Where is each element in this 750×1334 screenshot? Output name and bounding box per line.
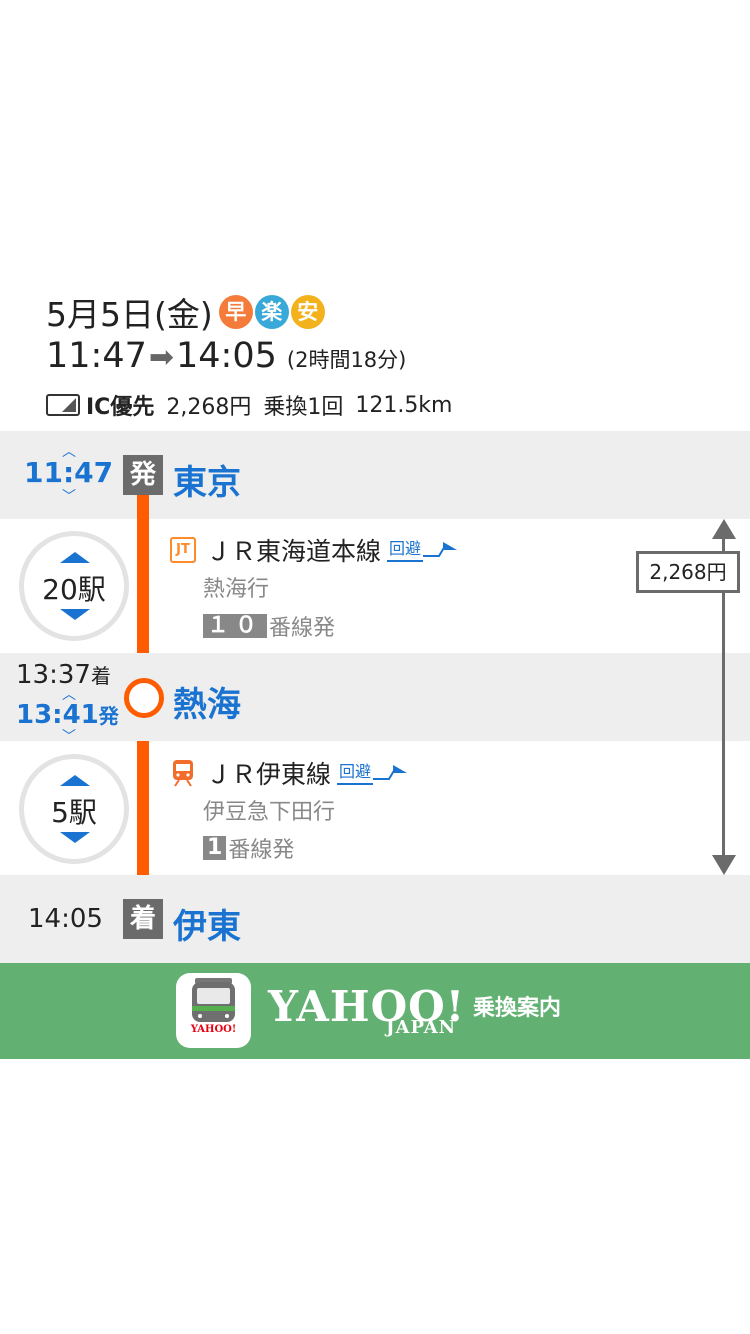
jt-line-icon: JT [170,537,196,563]
stops-count-text: 5駅 [51,796,97,829]
line-1-name: ＪＲ東海道本線 [206,537,382,566]
ic-label: IC優先 [86,395,155,420]
transfer-circle-icon [124,678,164,718]
total-fare: 2,268円 [166,395,252,420]
stops-count-1[interactable]: 20駅 [19,531,129,641]
line-1[interactable]: JT ＪＲ東海道本線 回避 [170,533,458,567]
duration: (2時間18分) [286,348,407,372]
line-2-destination: 伊豆急下田行 [203,800,336,825]
transfers: 乗換1回 [263,395,344,420]
triangle-down-icon[interactable] [60,832,90,843]
avoid-button-1[interactable]: 回避 [387,538,458,562]
depart-time: 11:47 [46,336,147,376]
line-2-name: ＪＲ伊東線 [206,760,332,789]
line-2-platform: 1 番線発 [203,832,294,864]
yahoo-japan: JAPAN [386,1017,457,1038]
avoid-label: 回避 [387,538,424,562]
platform-number: １０ [203,614,268,638]
avoid-label: 回避 [337,761,374,785]
avoid-button-2[interactable]: 回避 [337,761,408,785]
date: 5月5日(金) [46,295,213,334]
arrive-label: 着 [123,899,163,939]
service-name: 乗換案内 [473,996,562,1021]
transfer-depart[interactable]: 13:41発 [16,700,119,730]
line-1-destination: 熱海行 [203,577,270,602]
date-line: 5月5日(金) 早 楽 安 [46,290,325,334]
triangle-up-icon[interactable] [60,552,90,563]
app-icon[interactable]: YAHOO! [176,973,251,1048]
segment-fare: 2,268円 [636,551,740,593]
line-1-platform: １０ 番線発 [203,610,335,642]
arrow-up-icon [712,519,736,539]
stops-count-text: 20駅 [42,573,106,606]
origin-station[interactable]: 東京 [173,455,241,504]
depart-label: 発 [123,455,163,495]
destination-time: 14:05 [28,904,103,934]
arrive-time: 14:05 [176,336,277,376]
origin-time[interactable]: 11:47 [24,456,113,489]
arrow-right-icon [373,765,408,780]
info-line: IC優先 2,268円 乗換1回 121.5km [46,388,452,422]
arrow-right-icon [423,542,458,557]
triangle-down-icon[interactable] [60,609,90,620]
right-arrow-icon: ➡ [148,340,175,375]
app-icon-text: YAHOO! [190,1024,237,1035]
train-icon [173,760,193,787]
transfer-depart-label: 発 [98,704,119,728]
transfer-station[interactable]: 熱海 [173,677,241,726]
destination-row[interactable] [0,875,750,963]
cheap-badge: 安 [290,295,325,329]
transfer-depart-time: 13:41 [16,700,99,730]
easy-badge: 楽 [254,295,289,329]
transfer-arrive: 13:37着 [16,660,111,690]
transfer-arrive-time: 13:37 [16,660,91,690]
train-front-icon [192,978,235,1022]
triangle-up-icon[interactable] [60,775,90,786]
line-2[interactable]: ＪＲ伊東線 回避 [170,756,408,790]
platform-number: 1 [203,836,227,860]
time-line: 11:47 ➡ 14:05 (2時間18分) [46,336,406,382]
ic-card-icon [46,394,80,416]
platform-suffix: 番線発 [228,838,295,863]
platform-suffix: 番線発 [269,616,336,641]
arrow-down-icon [712,855,736,875]
chevron-down-icon[interactable]: ﹀ [59,730,79,744]
fast-badge: 早 [218,295,253,329]
chevron-down-icon[interactable]: ﹀ [59,490,79,504]
transfer-arrive-label: 着 [90,664,111,688]
distance: 121.5km [355,392,453,418]
stops-count-2[interactable]: 5駅 [19,754,129,864]
destination-station[interactable]: 伊東 [173,899,241,948]
